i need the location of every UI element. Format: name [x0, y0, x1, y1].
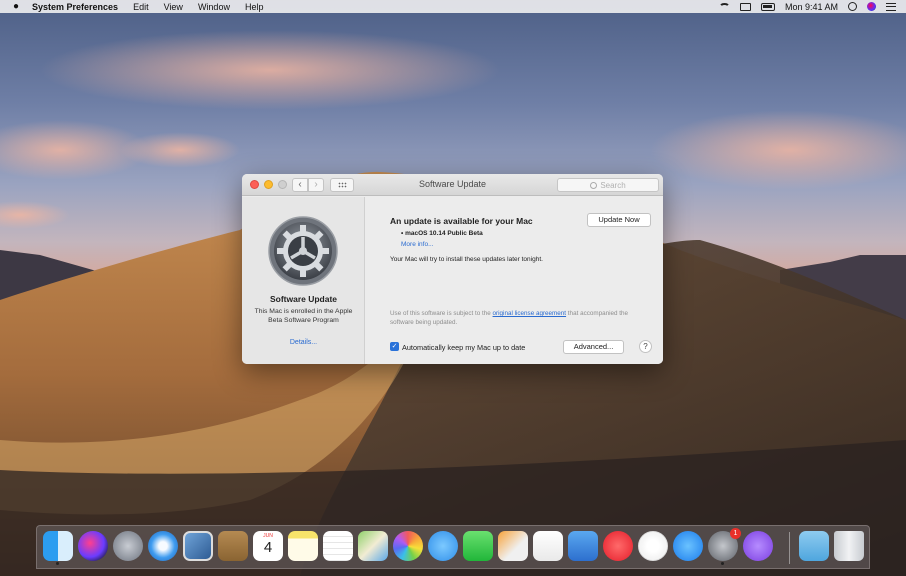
update-item: • macOS 10.14 Public Beta: [401, 230, 483, 237]
battery-icon[interactable]: [760, 2, 775, 11]
advanced-button[interactable]: Advanced...: [563, 340, 624, 354]
safari-icon[interactable]: [148, 531, 178, 561]
menu-app-name[interactable]: System Preferences: [32, 2, 118, 12]
running-indicator: [56, 562, 59, 565]
menu-window[interactable]: Window: [198, 2, 230, 12]
notebook-icon[interactable]: [218, 531, 248, 561]
calendar-icon[interactable]: JUN 4: [253, 531, 283, 561]
auto-update-checkbox[interactable]: ✓: [390, 342, 399, 351]
notification-center-icon[interactable]: [886, 2, 896, 11]
details-link[interactable]: Details...: [242, 339, 365, 346]
search-placeholder: Search: [600, 180, 626, 190]
reminders-icon[interactable]: [323, 531, 353, 561]
feedback-assistant-icon[interactable]: [743, 531, 773, 561]
calendar-day: 4: [263, 539, 273, 556]
beta-enrollment-text: This Mac is enrolled in the Apple Beta S…: [254, 308, 353, 324]
numbers-icon[interactable]: [533, 531, 563, 561]
window-titlebar[interactable]: ‹ › Software Update Search: [242, 174, 663, 196]
keynote-icon[interactable]: [568, 531, 598, 561]
photo-browser-icon[interactable]: [183, 531, 213, 561]
dock-separator: [789, 532, 790, 564]
maps-icon[interactable]: [358, 531, 388, 561]
update-headline: An update is available for your Mac: [390, 216, 533, 226]
menu-bar: ● System Preferences Edit View Window He…: [0, 0, 906, 13]
software-update-window: ‹ › Software Update Search Software Upda…: [242, 174, 663, 364]
menu-help[interactable]: Help: [245, 2, 264, 12]
license-text: Use of this software is subject to the o…: [390, 309, 630, 327]
search-field[interactable]: Search: [557, 178, 659, 192]
facetime-icon[interactable]: [463, 531, 493, 561]
airplay-icon[interactable]: [739, 2, 751, 11]
pages-icon[interactable]: [498, 531, 528, 561]
messages-icon[interactable]: [428, 531, 458, 561]
siri-icon[interactable]: [867, 2, 876, 11]
more-info-link[interactable]: More info...: [401, 241, 434, 248]
update-now-button[interactable]: Update Now: [587, 213, 651, 227]
left-panel: Software Update This Mac is enrolled in …: [242, 197, 365, 364]
apple-menu-icon[interactable]: ●: [10, 1, 22, 12]
license-prefix: Use of this software is subject to the: [390, 310, 493, 317]
running-indicator: [721, 562, 724, 565]
itunes-icon[interactable]: [638, 531, 668, 561]
system-preferences-icon[interactable]: 1: [708, 528, 741, 565]
trash-icon[interactable]: [834, 531, 864, 561]
menu-clock[interactable]: Mon 9:41 AM: [785, 2, 838, 12]
notes-icon[interactable]: [288, 531, 318, 561]
app-store-icon[interactable]: [673, 531, 703, 561]
menu-edit[interactable]: Edit: [133, 2, 149, 12]
photos-icon[interactable]: [393, 531, 423, 561]
help-button[interactable]: ?: [639, 340, 652, 353]
launchpad-icon[interactable]: [113, 531, 143, 561]
downloads-folder-icon[interactable]: [799, 531, 829, 561]
wifi-icon[interactable]: [718, 2, 730, 11]
left-panel-title: Software Update: [269, 294, 338, 304]
update-badge: 1: [730, 528, 741, 539]
finder-icon[interactable]: [43, 531, 73, 565]
install-note: Your Mac will try to install these updat…: [390, 256, 543, 263]
spotlight-icon[interactable]: [848, 2, 857, 11]
dock: JUN 4 1: [36, 525, 870, 569]
siri-icon[interactable]: [78, 531, 108, 561]
news-icon[interactable]: [603, 531, 633, 561]
menu-view[interactable]: View: [164, 2, 183, 12]
license-agreement-link[interactable]: original license agreement: [493, 310, 567, 317]
auto-update-label[interactable]: Automatically keep my Mac up to date: [402, 343, 525, 352]
software-update-gear-icon: [268, 216, 338, 286]
main-panel: An update is available for your Mac Upda…: [366, 197, 663, 364]
search-icon: [590, 181, 598, 189]
